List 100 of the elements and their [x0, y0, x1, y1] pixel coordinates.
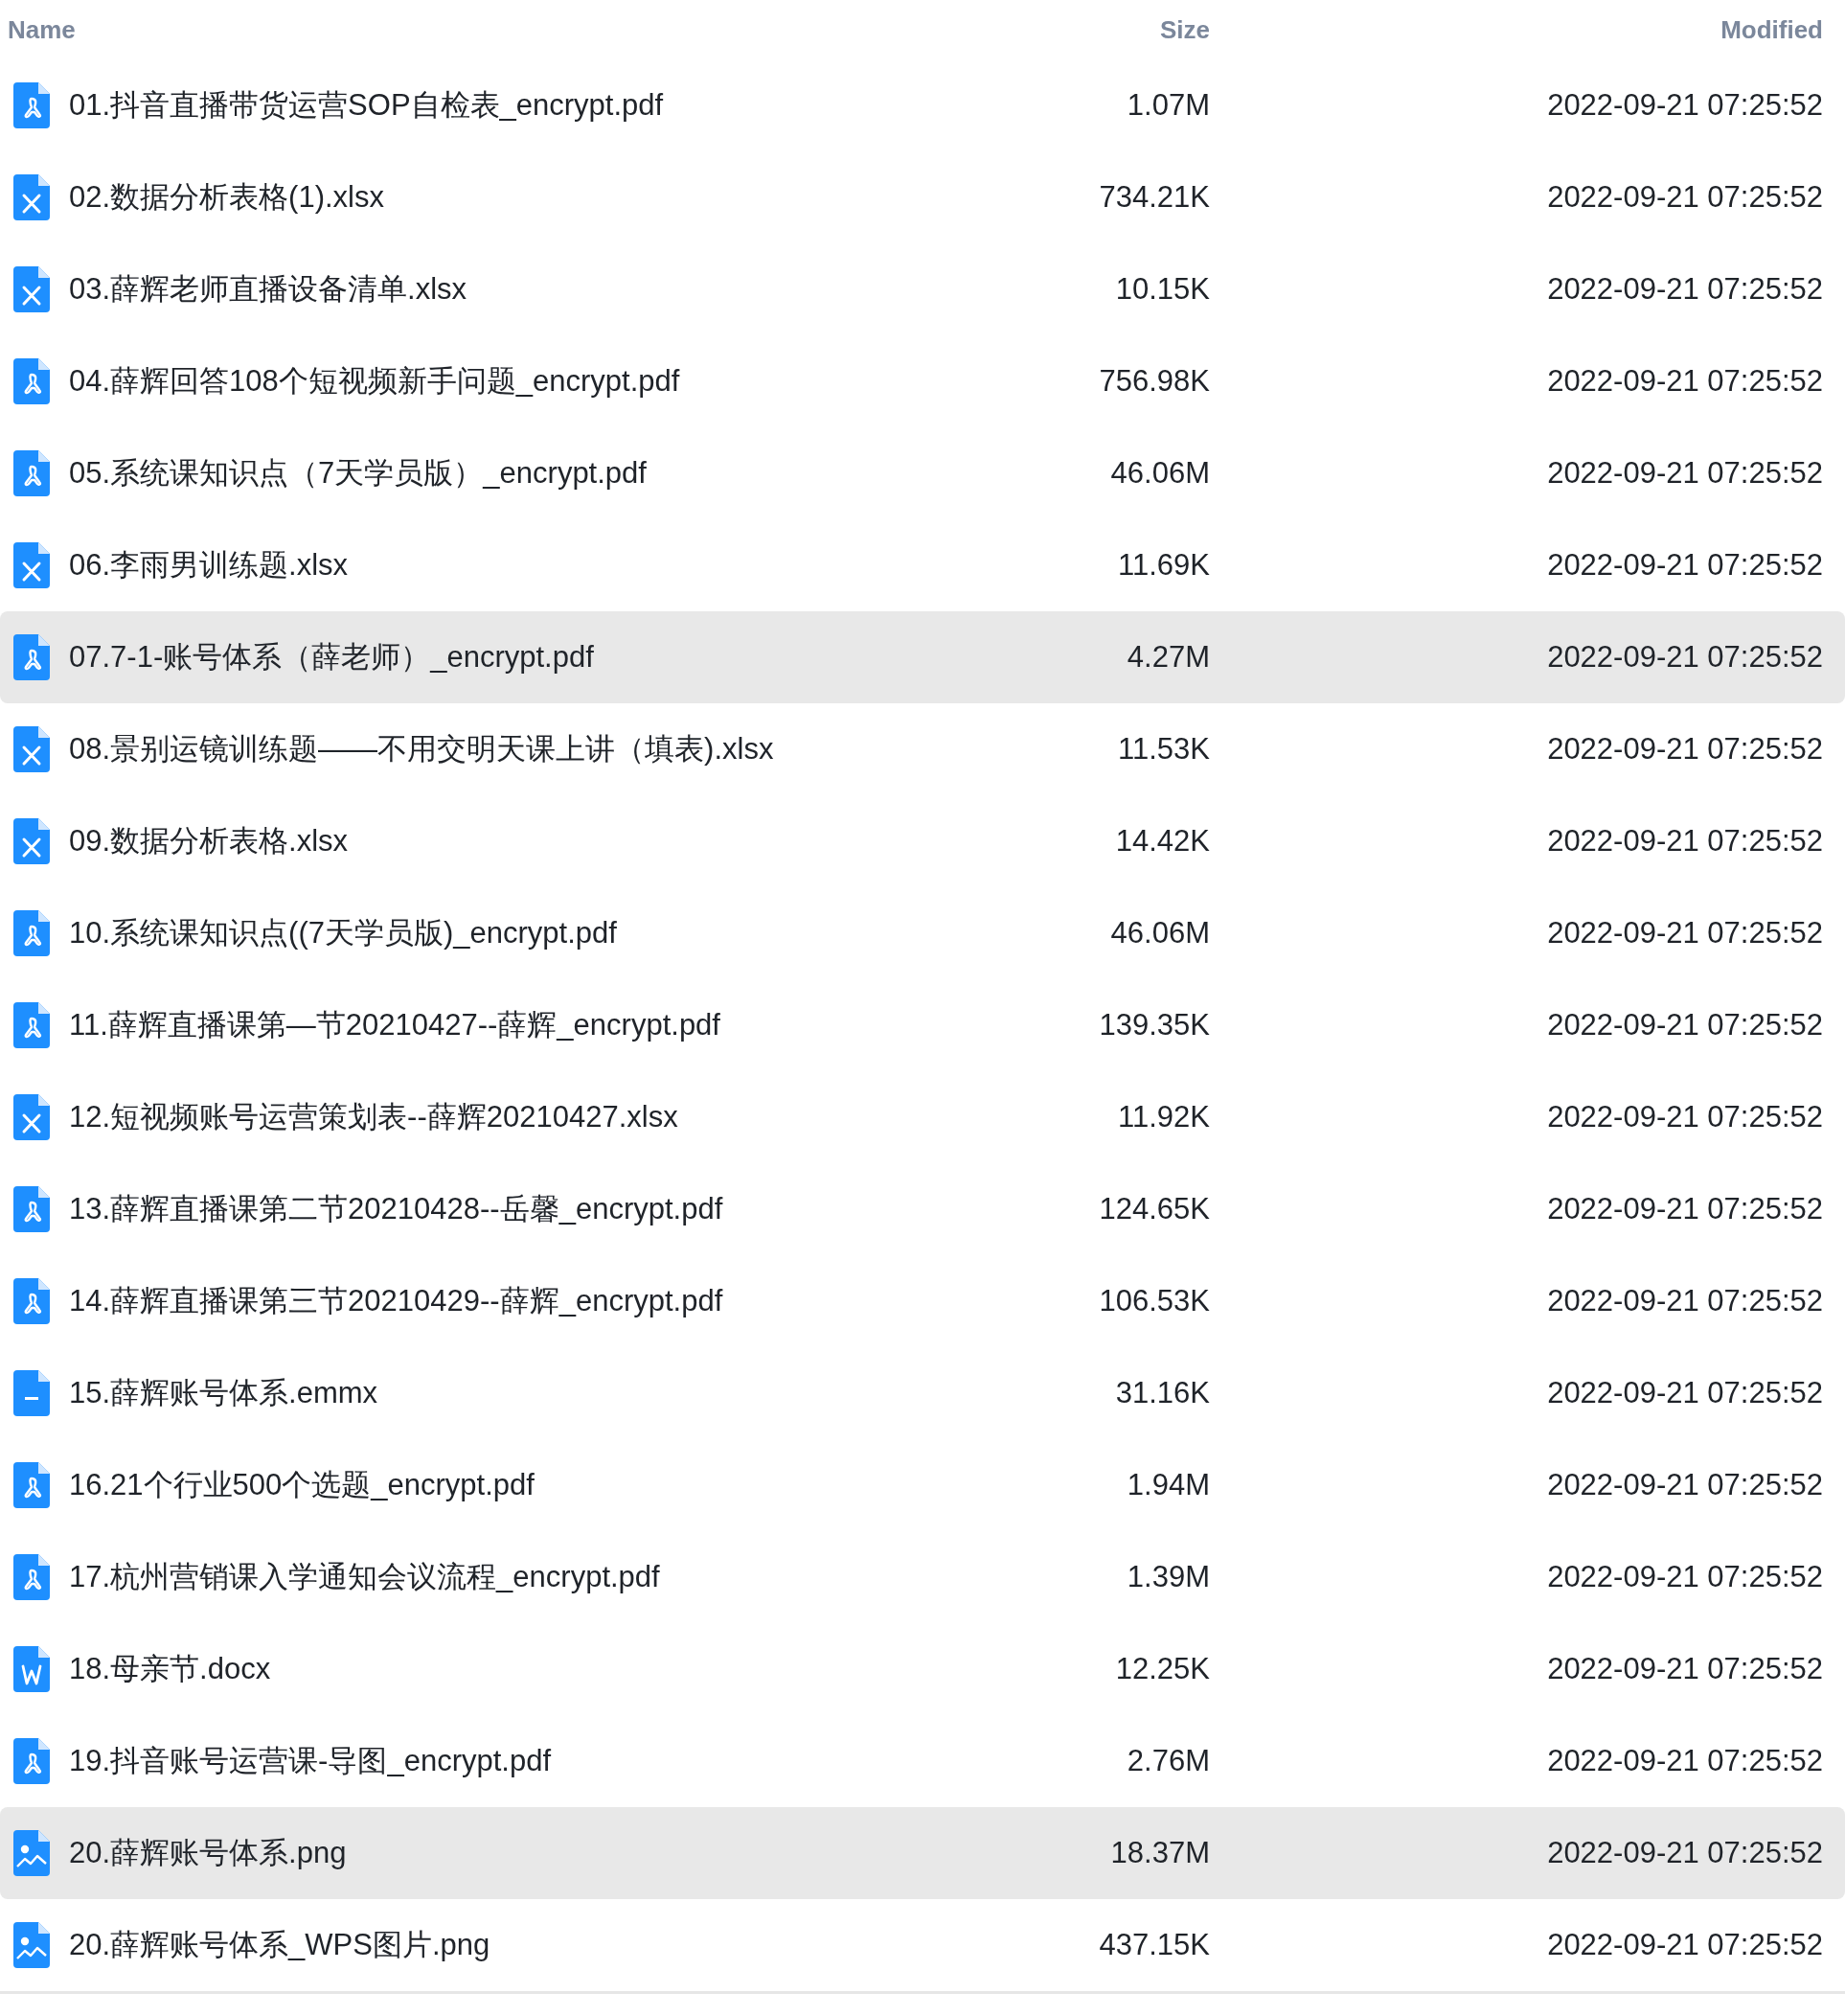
file-row[interactable]: 20.薛辉账号体系_WPS图片.png 437.15K 2022-09-21 07:25:52 [0, 1899, 1845, 1991]
file-size: 18.37M [1110, 1836, 1210, 1870]
modified-date: 2022-09-21 07:25:52 [1547, 916, 1823, 951]
file-name: 13.薛辉直播课第二节20210428--岳馨_encrypt.pdf [69, 1191, 723, 1227]
modified-date: 2022-09-21 07:25:52 [1547, 1376, 1823, 1410]
modified-date: 2022-09-21 07:25:52 [1547, 1100, 1823, 1134]
file-row[interactable]: 20.薛辉账号体系.png 18.37M 2022-09-21 07:25:52 [0, 1807, 1845, 1899]
modified-date: 2022-09-21 07:25:52 [1547, 1836, 1823, 1870]
file-size: 12.25K [1115, 1652, 1210, 1686]
file-row[interactable]: 02.数据分析表格(1).xlsx 734.21K 2022-09-21 07:25:52 [0, 151, 1845, 243]
file-name: 04.薛辉回答108个短视频新手问题_encrypt.pdf [69, 363, 680, 400]
file-name: 07.7-1-账号体系（薛老师）_encrypt.pdf [69, 639, 594, 676]
file-row[interactable]: 12.短视频账号运营策划表--薛辉20210427.xlsx 11.92K 2022-09-21 07:25:52 [0, 1071, 1845, 1163]
file-name: 17.杭州营销课入学通知会议流程_encrypt.pdf [69, 1559, 660, 1595]
column-header[interactable]: Size [1159, 14, 1210, 45]
modified-date: 2022-09-21 07:25:52 [1547, 732, 1823, 767]
pdf-file-icon [13, 1278, 50, 1324]
file-row[interactable]: 07.7-1-账号体系（薛老师）_encrypt.pdf 4.27M 2022-09-21 07:25:52 [0, 611, 1845, 703]
file-row[interactable]: 14.薛辉直播课第三节20210429--薛辉_encrypt.pdf 106.53K 2022-09-21 07:25:52 [0, 1255, 1845, 1347]
file-row[interactable]: 04.薛辉回答108个短视频新手问题_encrypt.pdf 756.98K 2022-09-21 07:25:52 [0, 335, 1845, 427]
file-row[interactable]: 13.薛辉直播课第二节20210428--岳馨_encrypt.pdf 124.65K 2022-09-21 07:25:52 [0, 1163, 1845, 1255]
file-name: 09.数据分析表格.xlsx [69, 823, 349, 859]
file-size: 11.53K [1118, 732, 1210, 767]
file-size: 46.06M [1110, 916, 1210, 951]
file-size: 4.27M [1127, 640, 1210, 675]
spreadsheet-file-icon [13, 266, 50, 312]
file-row[interactable]: 18.母亲节.docx 12.25K 2022-09-21 07:25:52 [0, 1623, 1845, 1715]
spreadsheet-file-icon [13, 174, 50, 220]
file-name: 05.系统课知识点（7天学员版）_encrypt.pdf [69, 455, 647, 492]
modified-date: 2022-09-21 07:25:52 [1547, 824, 1823, 859]
modified-date: 2022-09-21 07:25:52 [1547, 1744, 1823, 1778]
modified-date: 2022-09-21 07:25:52 [1547, 272, 1823, 307]
mindmap-file-icon [13, 1370, 50, 1416]
pdf-file-icon [13, 1554, 50, 1600]
modified-date: 2022-09-21 07:25:52 [1547, 548, 1823, 583]
file-row[interactable]: 06.李雨男训练题.xlsx 11.69K 2022-09-21 07:25:52 [0, 519, 1845, 611]
file-size: 10.15K [1115, 272, 1210, 307]
image-file-icon [13, 1922, 50, 1968]
file-name: 16.21个行业500个选题_encrypt.pdf [69, 1467, 535, 1503]
file-size: 11.92K [1118, 1100, 1210, 1134]
file-size: 756.98K [1099, 364, 1210, 399]
file-row[interactable]: 10.系统课知识点((7天学员版)_encrypt.pdf 46.06M 2022-09-21 07:25:52 [0, 887, 1845, 979]
spreadsheet-file-icon [13, 818, 50, 864]
file-size: 437.15K [1099, 1928, 1210, 1962]
modified-date: 2022-09-21 07:25:52 [1547, 1468, 1823, 1502]
file-row[interactable]: 05.系统课知识点（7天学员版）_encrypt.pdf 46.06M 2022-09-21 07:25:52 [0, 427, 1845, 519]
file-size: 139.35K [1099, 1008, 1210, 1042]
modified-date: 2022-09-21 07:25:52 [1547, 1560, 1823, 1594]
file-name: 15.薛辉账号体系.emmx [69, 1375, 378, 1411]
modified-date: 2022-09-21 07:25:52 [1547, 180, 1823, 215]
file-size: 124.65K [1099, 1192, 1210, 1226]
spreadsheet-file-icon [13, 1094, 50, 1140]
column-header[interactable]: Name [8, 14, 76, 45]
image-file-icon [13, 1830, 50, 1876]
file-size: 734.21K [1099, 180, 1210, 215]
file-name: 12.短视频账号运营策划表--薛辉20210427.xlsx [69, 1099, 678, 1135]
modified-date: 2022-09-21 07:25:52 [1547, 1192, 1823, 1226]
file-row[interactable]: 09.数据分析表格.xlsx 14.42K 2022-09-21 07:25:52 [0, 795, 1845, 887]
file-name: 10.系统课知识点((7天学员版)_encrypt.pdf [69, 915, 617, 951]
file-name: 14.薛辉直播课第三节20210429--薛辉_encrypt.pdf [69, 1283, 723, 1319]
file-row[interactable]: 17.杭州营销课入学通知会议流程_encrypt.pdf 1.39M 2022-09-21 07:25:52 [0, 1531, 1845, 1623]
pdf-file-icon [13, 450, 50, 496]
file-name: 20.薛辉账号体系_WPS图片.png [69, 1927, 490, 1963]
file-row[interactable]: 19.抖音账号运营课-导图_encrypt.pdf 2.76M 2022-09-21 07:25:52 [0, 1715, 1845, 1807]
modified-date: 2022-09-21 07:25:52 [1547, 640, 1823, 675]
file-name: 19.抖音账号运营课-导图_encrypt.pdf [69, 1743, 552, 1779]
file-size: 1.07M [1127, 88, 1210, 123]
modified-date: 2022-09-21 07:25:52 [1547, 1284, 1823, 1318]
file-size: 14.42K [1115, 824, 1210, 859]
file-size: 11.69K [1118, 548, 1210, 583]
file-row[interactable]: 01.抖音直播带货运营SOP自检表_encrypt.pdf 1.07M 2022-09-21 07:25:52 [0, 59, 1845, 151]
modified-date: 2022-09-21 07:25:52 [1547, 1928, 1823, 1962]
file-row[interactable]: 08.景别运镜训练题——不用交明天课上讲（填表).xlsx 11.53K 2022-09-21 07:25:52 [0, 703, 1845, 795]
file-size: 106.53K [1099, 1284, 1210, 1318]
modified-date: 2022-09-21 07:25:52 [1547, 1008, 1823, 1042]
file-size: 2.76M [1127, 1744, 1210, 1778]
modified-date: 2022-09-21 07:25:52 [1547, 88, 1823, 123]
pdf-file-icon [13, 1002, 50, 1048]
file-name: 08.景别运镜训练题——不用交明天课上讲（填表).xlsx [69, 731, 774, 767]
file-name: 02.数据分析表格(1).xlsx [69, 179, 384, 216]
pdf-file-icon [13, 358, 50, 404]
file-row[interactable]: 11.薛辉直播课第—节20210427--薛辉_encrypt.pdf 139.35K 2022-09-21 07:25:52 [0, 979, 1845, 1071]
spreadsheet-file-icon [13, 726, 50, 772]
pdf-file-icon [13, 82, 50, 128]
modified-date: 2022-09-21 07:25:52 [1547, 364, 1823, 399]
file-name: 06.李雨男训练题.xlsx [69, 547, 349, 584]
column-header[interactable]: Modified [1720, 14, 1823, 45]
file-name: 03.薛辉老师直播设备清单.xlsx [69, 271, 467, 308]
pdf-file-icon [13, 1738, 50, 1784]
file-row[interactable]: 03.薛辉老师直播设备清单.xlsx 10.15K 2022-09-21 07:25:52 [0, 243, 1845, 335]
file-name: 18.母亲节.docx [69, 1651, 271, 1687]
pdf-file-icon [13, 634, 50, 680]
pdf-file-icon [13, 1462, 50, 1508]
file-size: 1.94M [1127, 1468, 1210, 1502]
file-row[interactable]: 15.薛辉账号体系.emmx 31.16K 2022-09-21 07:25:52 [0, 1347, 1845, 1439]
pdf-file-icon [13, 910, 50, 956]
file-row[interactable]: 16.21个行业500个选题_encrypt.pdf 1.94M 2022-09-21 07:25:52 [0, 1439, 1845, 1531]
file-size: 46.06M [1110, 456, 1210, 491]
modified-date: 2022-09-21 07:25:52 [1547, 456, 1823, 491]
modified-date: 2022-09-21 07:25:52 [1547, 1652, 1823, 1686]
